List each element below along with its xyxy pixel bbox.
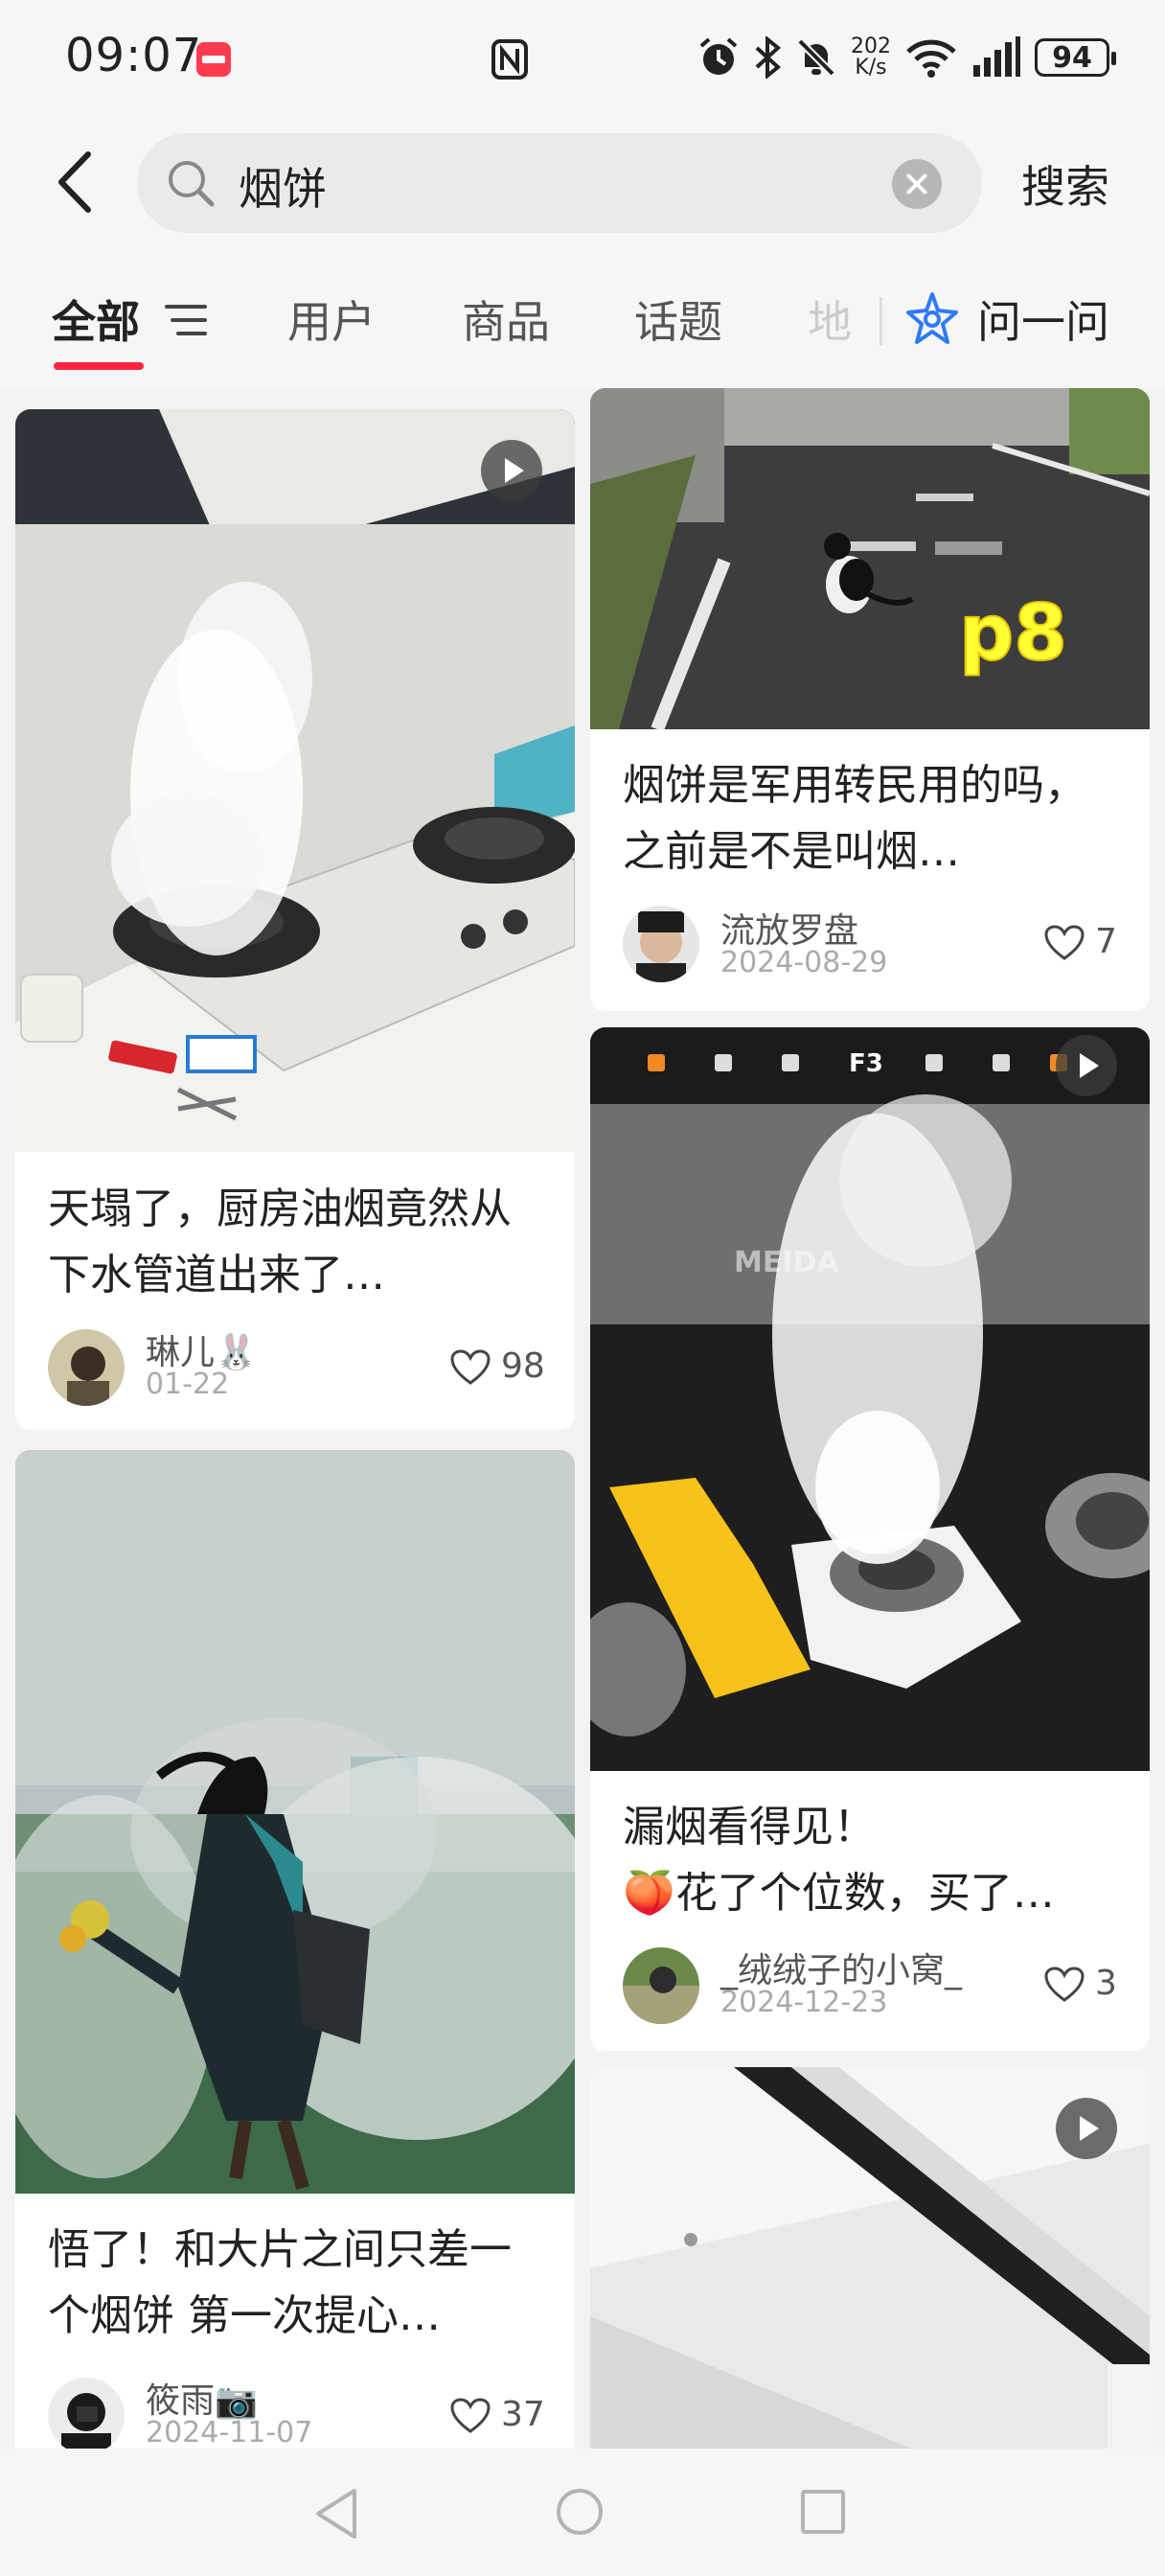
status-bar: 09:07 202 K/s 94 xyxy=(0,0,1165,120)
video-play-icon xyxy=(1056,1035,1117,1096)
like-count: 37 xyxy=(501,2395,545,2434)
results-feed: 天塌了，厨房油烟竟然从下水管道出来了… 琳儿🐰 01-22 98 p8 烟饼是军… xyxy=(0,388,1165,2449)
network-speed: 202 K/s xyxy=(851,36,891,79)
battery-level: 94 xyxy=(1052,40,1092,75)
signal-icon xyxy=(973,36,1020,77)
note-card[interactable]: F3 MEIDA 漏烟看得见！ 🍑花了个位数，买了… _绒绒子的小窝_ xyxy=(590,1027,1150,2051)
mute-icon xyxy=(797,38,835,77)
note-card[interactable]: 悟了！和大片之间只差一个烟饼 第一次提心… 筱雨📷 2024-11-07 37 xyxy=(15,1450,575,2449)
search-query-text: 烟饼 xyxy=(239,163,327,215)
tab-all[interactable]: 全部 xyxy=(52,288,140,351)
like-heart-icon[interactable] xyxy=(450,1349,491,1386)
tab-divider xyxy=(879,297,882,345)
note-title: 漏烟看得见！ 🍑花了个位数，买了… xyxy=(623,1803,1055,1918)
clear-icon[interactable] xyxy=(892,159,942,209)
note-card[interactable] xyxy=(590,2067,1150,2449)
battery-icon: 94 xyxy=(1035,38,1116,77)
tab-places[interactable]: 地 xyxy=(808,288,852,351)
search-input[interactable]: 烟饼 xyxy=(137,133,982,233)
note-card[interactable]: 天塌了，厨房油烟竟然从下水管道出来了… 琳儿🐰 01-22 98 xyxy=(15,409,575,1430)
wifi-icon xyxy=(906,39,956,78)
note-card[interactable]: p8 烟饼是军用转民用的吗，之前是不是叫烟… 流放罗盘 2024-08-29 7 xyxy=(590,388,1150,1011)
back-arrow-icon[interactable] xyxy=(48,149,105,216)
post-date: 2024-12-23 xyxy=(720,1986,888,2019)
alarm-icon xyxy=(699,37,738,75)
ask-button[interactable]: 问一问 xyxy=(977,288,1109,351)
app-notification-icon xyxy=(196,42,231,77)
search-button[interactable]: 搜索 xyxy=(1021,152,1109,216)
post-date: 2024-11-07 xyxy=(146,2416,313,2449)
author-avatar[interactable] xyxy=(623,906,699,982)
note-cover-image xyxy=(15,409,575,1152)
panel-display-text: F3 xyxy=(849,1049,883,1078)
search-header: 烟饼 搜索 xyxy=(0,120,1165,249)
bluetooth-icon xyxy=(755,36,782,79)
note-cover-image: F3 MEIDA xyxy=(590,1027,1150,1771)
image-overlay-text: p8 xyxy=(959,588,1067,678)
net-speed-unit: K/s xyxy=(855,56,887,80)
ask-star-icon[interactable] xyxy=(904,291,960,347)
nav-recents-icon[interactable] xyxy=(801,2490,845,2534)
note-title: 烟饼是军用转民用的吗，之前是不是叫烟… xyxy=(623,761,1086,876)
like-count: 7 xyxy=(1095,922,1117,961)
author-avatar[interactable] xyxy=(623,1947,699,2024)
like-heart-icon[interactable] xyxy=(1044,925,1085,961)
like-heart-icon[interactable] xyxy=(450,2398,491,2434)
note-cover-image xyxy=(15,1450,575,2194)
tab-products[interactable]: 商品 xyxy=(462,288,550,351)
tab-topics[interactable]: 话题 xyxy=(634,288,722,351)
note-title: 悟了！和大片之间只差一个烟饼 第一次提心… xyxy=(48,2225,512,2340)
post-date: 2024-08-29 xyxy=(720,946,888,979)
filter-icon[interactable] xyxy=(165,302,207,338)
note-title: 天塌了，厨房油烟竟然从下水管道出来了… xyxy=(48,1184,512,1300)
system-nav-bar xyxy=(0,2449,1165,2576)
nfc-icon xyxy=(491,39,528,80)
active-tab-indicator xyxy=(54,362,144,370)
nav-home-icon[interactable] xyxy=(557,2489,603,2535)
like-count: 98 xyxy=(501,1346,545,1386)
video-play-icon xyxy=(481,440,542,501)
note-cover-image: p8 xyxy=(590,388,1150,729)
nav-back-icon[interactable] xyxy=(312,2487,360,2541)
video-play-icon xyxy=(1056,2098,1117,2159)
like-heart-icon[interactable] xyxy=(1044,1966,1085,2003)
net-speed-value: 202 xyxy=(851,34,891,58)
search-icon xyxy=(169,161,215,207)
status-time: 09:07 xyxy=(65,29,203,82)
result-tabs: 全部 用户 商品 话题 地 问一问 xyxy=(0,249,1165,388)
like-count: 3 xyxy=(1095,1964,1117,2003)
tab-users[interactable]: 用户 xyxy=(287,288,376,351)
author-avatar[interactable] xyxy=(48,1329,125,1406)
post-date: 01-22 xyxy=(146,1368,230,1401)
author-avatar[interactable] xyxy=(48,2378,125,2449)
